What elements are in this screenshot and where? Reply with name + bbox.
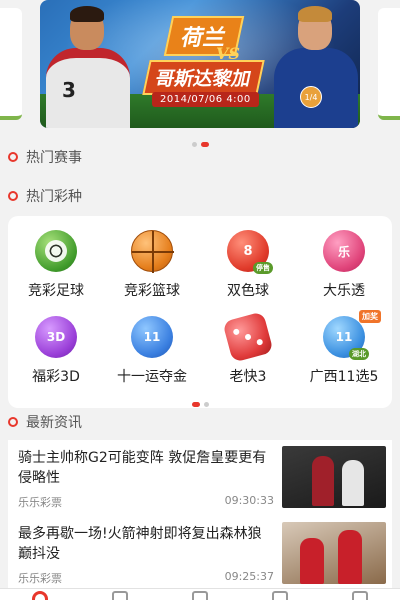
section-title: 热门彩种 bbox=[26, 189, 82, 205]
news-title: 最多再歇一场!火箭神射即将复出森林狼巅抖没 bbox=[18, 526, 262, 562]
guangxi-11-5-icon: 11 湖北 加奖 bbox=[323, 310, 381, 360]
ball-text: 11 bbox=[335, 330, 353, 344]
news-source: 乐乐彩票 bbox=[18, 572, 62, 585]
welfare-3d-icon: 3D bbox=[35, 316, 77, 358]
ring-bullet-icon bbox=[8, 417, 18, 427]
lottery-item-syydj[interactable]: 11 十一运夺金 bbox=[104, 310, 200, 396]
section-title: 热门赛事 bbox=[26, 150, 82, 166]
lottery-item-gx115[interactable]: 11 湖北 加奖 广西11选5 bbox=[296, 310, 392, 396]
lottery-item-fc3d[interactable]: 3D 福彩3D bbox=[8, 310, 104, 396]
section-latest-news[interactable]: 最新资讯 bbox=[8, 412, 82, 432]
lottery-item-lk3[interactable]: 老快3 bbox=[200, 310, 296, 396]
ball-text: 乐 bbox=[337, 244, 350, 259]
player-right-image bbox=[268, 4, 360, 128]
lottery-grid-card: 竞彩足球 竞彩篮球 8 停售 双色球 乐 大乐透 3D 福彩3D 11 十一运夺… bbox=[8, 216, 392, 408]
banner-dots bbox=[0, 134, 400, 147]
user-icon bbox=[352, 591, 368, 600]
lottery-label: 竞彩篮球 bbox=[124, 283, 180, 299]
football-icon bbox=[35, 230, 77, 272]
suspended-badge: 停售 bbox=[253, 262, 273, 274]
lottery-label: 广西11选5 bbox=[309, 369, 379, 385]
ring-bullet-icon bbox=[8, 152, 18, 162]
jersey-number: 3 bbox=[62, 78, 76, 102]
news-item[interactable]: 骑士主帅称G2可能变阵 敦促詹皇要更有侵略性 乐乐彩票 09:30:33 bbox=[8, 440, 392, 516]
double-color-ball-icon: 8 停售 bbox=[227, 230, 273, 274]
banner-dot[interactable] bbox=[191, 142, 197, 147]
grid-dot-active[interactable] bbox=[191, 402, 200, 407]
news-thumbnail bbox=[282, 522, 386, 584]
news-time: 09:30:33 bbox=[224, 494, 274, 507]
section-hot-events[interactable]: 热门赛事 bbox=[8, 147, 82, 167]
ball-text: 8 bbox=[243, 243, 253, 259]
grid-dot[interactable] bbox=[203, 402, 209, 407]
tab-results[interactable] bbox=[240, 589, 320, 600]
section-hot-lottery: 热门彩种 bbox=[8, 186, 82, 206]
player-left-image: 3 bbox=[40, 4, 132, 128]
news-title: 骑士主帅称G2可能变阵 敦促詹皇要更有侵略性 bbox=[18, 450, 267, 486]
tab-me[interactable] bbox=[320, 589, 400, 600]
lottery-label: 十一运夺金 bbox=[117, 369, 187, 385]
lottery-grid-dots bbox=[8, 394, 392, 407]
banner-page-indicator: 1/4 bbox=[300, 86, 322, 108]
region-badge: 湖北 bbox=[349, 348, 369, 360]
super-lotto-icon: 乐 bbox=[323, 230, 365, 272]
tab-lottery-hall[interactable] bbox=[80, 589, 160, 600]
ball-text: 11 bbox=[143, 330, 161, 344]
basketball-icon bbox=[131, 230, 174, 273]
lottery-label: 双色球 bbox=[227, 283, 269, 299]
news-time: 09:25:37 bbox=[224, 570, 274, 583]
banner-team-away: 哥斯达黎加 bbox=[142, 60, 265, 95]
lottery-grid: 竞彩足球 竞彩篮球 8 停售 双色球 乐 大乐透 3D 福彩3D 11 十一运夺… bbox=[8, 224, 392, 396]
home-icon bbox=[32, 591, 48, 600]
lottery-item-jczq[interactable]: 竞彩足球 bbox=[8, 224, 104, 310]
ball-text: 3D bbox=[46, 330, 66, 344]
lottery-label: 福彩3D bbox=[32, 369, 80, 385]
section-title: 最新资讯 bbox=[26, 415, 82, 431]
lottery-item-dlt[interactable]: 乐 大乐透 bbox=[296, 224, 392, 310]
lottery-item-ssq[interactable]: 8 停售 双色球 bbox=[200, 224, 296, 310]
news-source: 乐乐彩票 bbox=[18, 496, 62, 509]
news-item[interactable]: 最多再歇一场!火箭神射即将复出森林狼巅抖没 乐乐彩票 09:25:37 bbox=[8, 516, 392, 592]
hall-icon bbox=[112, 591, 128, 600]
bonus-badge: 加奖 bbox=[359, 310, 381, 323]
banner-next-card[interactable] bbox=[378, 8, 400, 120]
news-thumbnail bbox=[282, 446, 386, 508]
dice-icon bbox=[222, 311, 274, 363]
banner-slide[interactable]: 3 荷兰 VS 哥斯达黎加 2014/07/06 4:00 1/4 bbox=[40, 0, 360, 128]
banner-dot-active[interactable] bbox=[200, 142, 209, 147]
banner-match-time: 2014/07/06 4:00 bbox=[152, 92, 259, 107]
tv-icon bbox=[192, 591, 208, 600]
banner-prev-card[interactable] bbox=[0, 8, 22, 120]
document-icon bbox=[272, 591, 288, 600]
bottom-tab-bar bbox=[0, 588, 400, 600]
lottery-label: 竞彩足球 bbox=[28, 283, 84, 299]
tab-home[interactable] bbox=[0, 589, 80, 600]
banner-carousel[interactable]: 3 荷兰 VS 哥斯达黎加 2014/07/06 4:00 1/4 bbox=[0, 0, 400, 148]
ring-bullet-icon bbox=[8, 191, 18, 201]
lottery-label: 老快3 bbox=[229, 369, 267, 385]
tab-live[interactable] bbox=[160, 589, 240, 600]
lottery-label: 大乐透 bbox=[323, 283, 365, 299]
lottery-item-jclq[interactable]: 竞彩篮球 bbox=[104, 224, 200, 310]
eleven-five-icon: 11 bbox=[131, 316, 173, 358]
